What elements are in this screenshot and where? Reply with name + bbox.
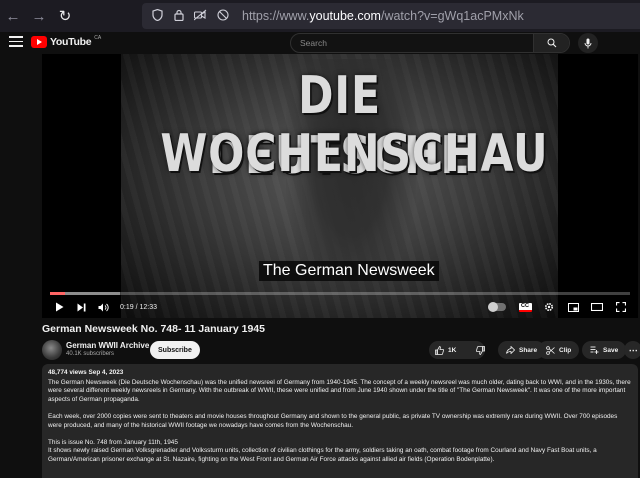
captions-button[interactable]: CC xyxy=(514,296,536,318)
save-button[interactable]: Save xyxy=(582,341,627,359)
search-icon xyxy=(547,38,556,48)
url-text[interactable]: https://www.youtube.com/watch?v=gWq1acPM… xyxy=(242,9,524,23)
share-icon xyxy=(506,346,515,354)
description-box[interactable]: 48,774 views Sep 4, 2023 The German News… xyxy=(42,364,638,478)
channel-avatar[interactable] xyxy=(42,340,62,360)
more-actions-button[interactable]: ⋯ xyxy=(624,341,640,359)
url-path: /watch?v=gWq1acPMxNk xyxy=(380,9,524,23)
time-display: 0:19 / 12:33 xyxy=(120,303,157,311)
fullscreen-icon xyxy=(616,302,626,312)
frame-title-line2: WOCHENSCHAU xyxy=(160,124,549,184)
play-icon xyxy=(55,302,63,312)
description-paragraph: The German Newsweek (Die Deutsche Wochen… xyxy=(48,378,631,403)
subscriber-count: 40.1K subscribers xyxy=(66,351,115,357)
thumbs-down-icon xyxy=(476,345,486,355)
captions-icon: CC xyxy=(518,302,532,312)
video-title: German Newsweek No. 748- 11 January 1945 xyxy=(42,323,265,335)
fullscreen-button[interactable] xyxy=(610,296,632,318)
arrow-right-icon: → xyxy=(31,7,47,25)
gear-icon xyxy=(544,302,554,312)
next-icon xyxy=(77,303,85,311)
video-player[interactable]: DIE DEUTSCHE WOCHENSCHAU The German News… xyxy=(42,54,638,318)
youtube-header: YouTube CA xyxy=(0,32,640,54)
caption-text: The German Newsweek xyxy=(259,261,439,281)
channel-row: German WWII Archive 40.1K subscribers Su… xyxy=(42,339,640,361)
share-label: Share xyxy=(519,346,538,354)
shield-icon[interactable] xyxy=(150,8,164,24)
clip-label: Clip xyxy=(559,346,572,354)
logo-text: YouTube xyxy=(50,36,92,48)
next-button[interactable] xyxy=(70,296,92,318)
browser-toolbar: ← → ↻ https://www.youtube.com/watch?v=gW… xyxy=(0,0,640,32)
buffer-bar xyxy=(50,292,120,295)
lock-icon[interactable] xyxy=(172,9,186,24)
reload-button[interactable]: ↻ xyxy=(52,0,78,32)
theater-mode-button[interactable] xyxy=(586,296,608,318)
cc-label: CC xyxy=(521,303,529,309)
url-domain: youtube.com xyxy=(309,9,381,23)
address-bar[interactable]: https://www.youtube.com/watch?v=gWq1acPM… xyxy=(142,3,640,29)
view-count-date: 48,774 views Sep 4, 2023 xyxy=(48,369,124,376)
search-button[interactable] xyxy=(533,34,569,52)
clip-button[interactable]: Clip xyxy=(538,341,580,359)
search-input[interactable] xyxy=(291,38,533,48)
thumbs-up-icon xyxy=(435,345,444,355)
like-count: 1K xyxy=(448,346,457,354)
miniplayer-button[interactable] xyxy=(562,296,584,318)
channel-name[interactable]: German WWII Archive xyxy=(66,341,149,350)
back-button[interactable]: ← xyxy=(0,0,26,32)
ellipsis-icon: ⋯ xyxy=(628,344,638,355)
logo-country: CA xyxy=(94,35,102,41)
youtube-play-icon xyxy=(31,36,47,48)
volume-icon xyxy=(98,303,109,311)
arrow-left-icon: ← xyxy=(5,7,21,25)
description-paragraph: This is issue No. 748 from January 11th,… xyxy=(48,438,178,446)
reload-icon: ↻ xyxy=(58,8,72,25)
autoplay-toggle[interactable] xyxy=(488,302,506,312)
progress-bar[interactable] xyxy=(50,292,630,295)
menu-icon[interactable] xyxy=(9,36,23,48)
player-controls: 0:19 / 12:33 CC xyxy=(42,296,638,318)
miniplayer-icon xyxy=(567,302,579,312)
play-button[interactable] xyxy=(48,296,70,318)
forward-button[interactable]: → xyxy=(26,0,52,32)
search-box xyxy=(290,33,570,53)
theater-icon xyxy=(591,303,603,311)
microphone-icon xyxy=(584,38,592,48)
settings-button[interactable] xyxy=(538,296,560,318)
dislike-button[interactable] xyxy=(470,341,491,359)
playlist-add-icon xyxy=(590,346,599,354)
volume-button[interactable] xyxy=(92,296,114,318)
autoplay-blocked-icon[interactable] xyxy=(216,8,230,24)
permissions-icon[interactable] xyxy=(193,9,208,24)
save-label: Save xyxy=(603,346,619,354)
youtube-logo[interactable]: YouTube CA xyxy=(31,35,102,48)
scissors-icon xyxy=(546,345,555,355)
subscribe-button[interactable]: Subscribe xyxy=(150,341,200,359)
like-button[interactable]: 1K xyxy=(429,341,462,359)
voice-search-button[interactable] xyxy=(578,33,598,53)
description-paragraph: It shows newly raised German Volksgrenad… xyxy=(48,447,597,463)
like-dislike-group: 1K xyxy=(429,341,486,359)
description-paragraph: Each week, over 2000 copies were sent to… xyxy=(48,412,618,429)
url-prefix: https://www. xyxy=(242,9,310,23)
